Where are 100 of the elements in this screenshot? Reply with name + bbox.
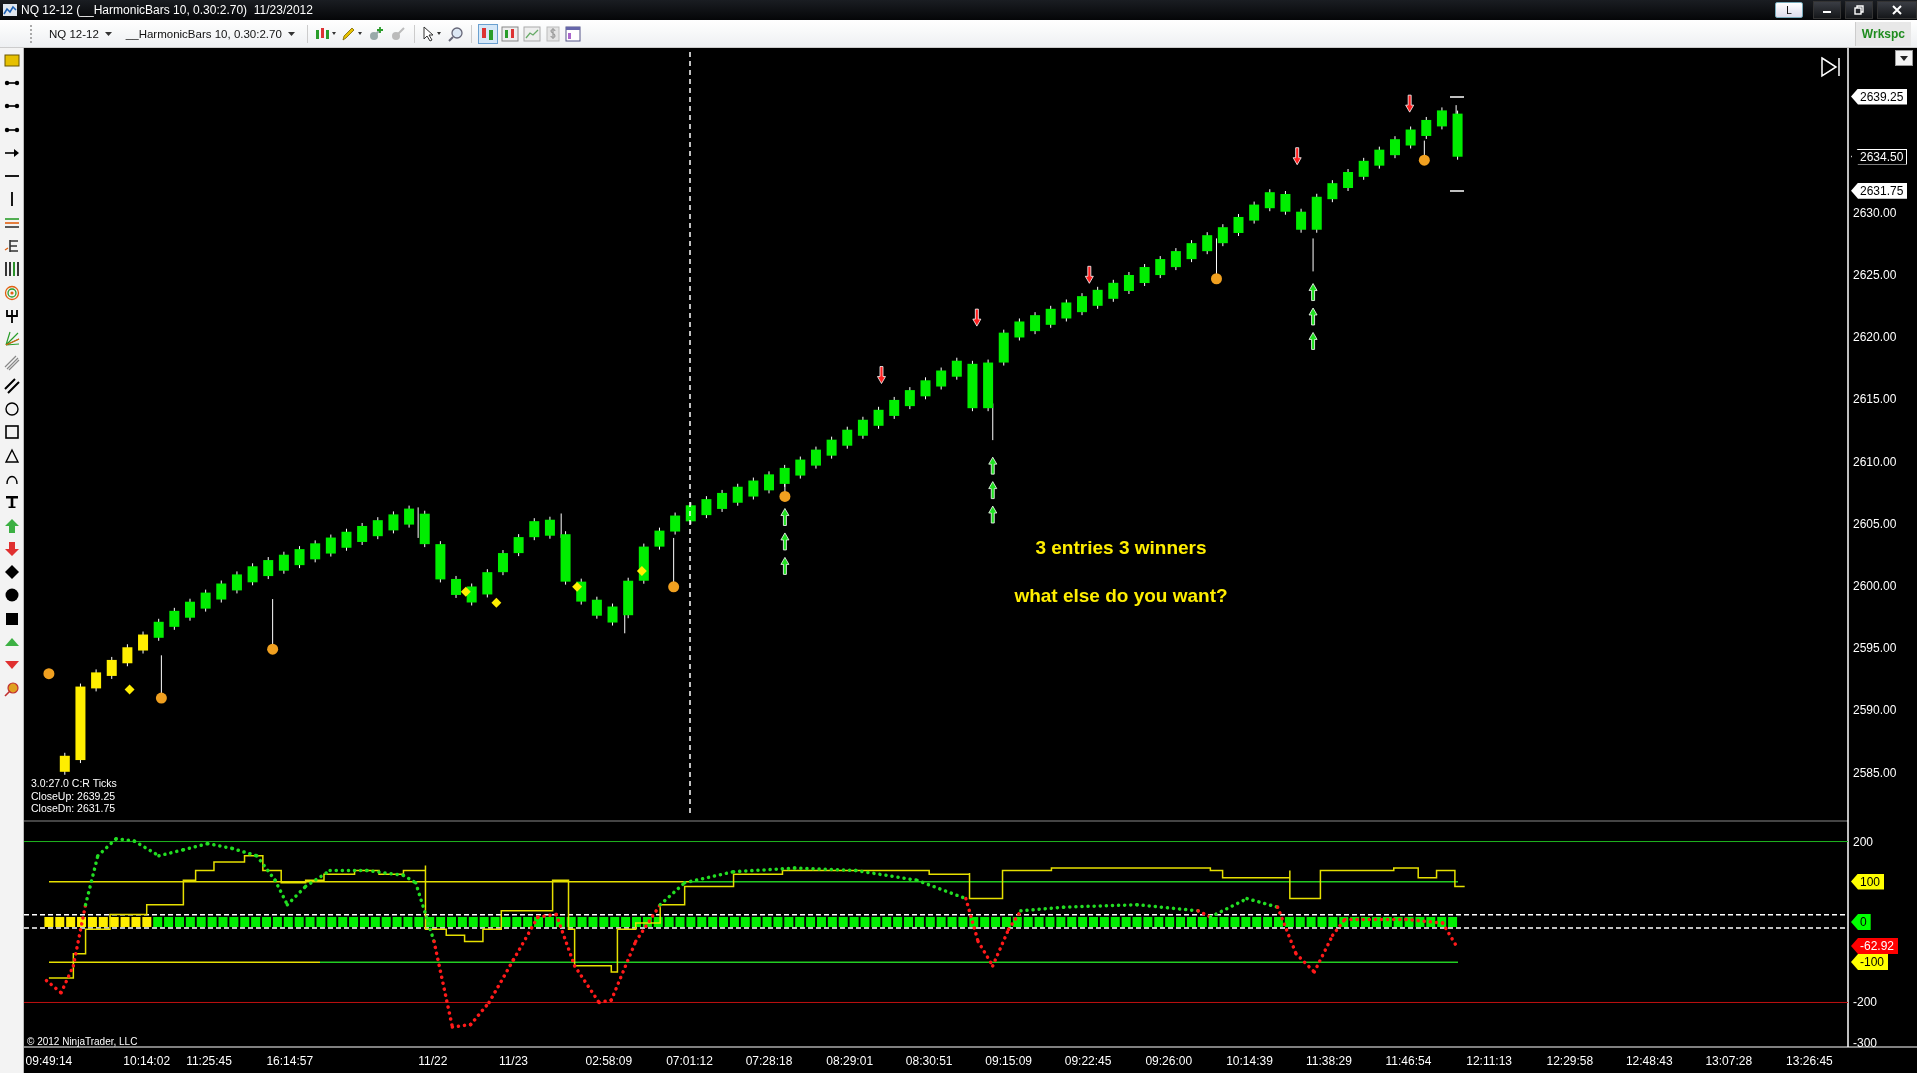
chart-trader-icon[interactable]: [500, 25, 519, 42]
candlestick: [138, 631, 149, 655]
price-axis-label: 2625.00: [1853, 266, 1897, 283]
candlestick: [654, 527, 665, 551]
text-tool-icon[interactable]: [3, 494, 20, 511]
price-axis-label: 2610.00: [1853, 453, 1897, 470]
up-arrow-marker: [1308, 332, 1318, 350]
channel-icon[interactable]: [3, 354, 20, 371]
zoom-icon[interactable]: [447, 25, 464, 42]
caret-icon: [104, 31, 112, 36]
time-lines-icon[interactable]: [3, 261, 20, 278]
candlestick: [325, 534, 336, 558]
close-level-mark: [1449, 190, 1465, 192]
time-axis-label: 11:38:29: [1305, 1054, 1353, 1068]
time-axis-label: 09:22:45: [1063, 1054, 1113, 1068]
time-axis-label: 10:14:02: [122, 1054, 172, 1068]
chart-note: what else do you want?: [1013, 585, 1229, 607]
candlestick: [1264, 188, 1275, 212]
candlestick: [1170, 247, 1181, 271]
candlestick: [1452, 110, 1463, 161]
time-axis-label: 08:29:01: [825, 1054, 875, 1068]
time-axis-label: 11:46:54: [1384, 1054, 1433, 1068]
layout-button[interactable]: L: [1775, 2, 1803, 18]
caret-icon: [287, 31, 295, 36]
time-axis-label: 12:11:13: [1465, 1054, 1514, 1068]
instrument-dropdown[interactable]: NQ 12-12: [44, 27, 117, 40]
up-arrow-icon[interactable]: [3, 517, 20, 534]
candlestick-icon[interactable]: [314, 25, 337, 42]
candlestick: [529, 517, 540, 541]
circle-icon[interactable]: [3, 401, 20, 418]
candlestick: [1296, 208, 1307, 234]
close-button[interactable]: [1877, 1, 1917, 19]
up-arrow-marker: [1308, 307, 1318, 326]
time-axis-label: 08:30:51: [904, 1054, 954, 1068]
candlestick: [795, 456, 806, 480]
candlestick: [1343, 168, 1354, 192]
candlestick: [936, 367, 947, 390]
candlestick: [889, 396, 900, 420]
scroll-to-end-icon[interactable]: [1819, 56, 1843, 78]
window-title: NQ 12-12 (__HarmonicBars 10, 0.30:2.70) 11/23/2012: [21, 3, 313, 17]
candlestick: [404, 505, 415, 529]
down-arrow-icon[interactable]: [3, 540, 20, 557]
pitchfork-icon[interactable]: [3, 307, 20, 324]
ruler-icon[interactable]: [3, 51, 20, 68]
filled-square-icon[interactable]: [3, 610, 20, 627]
line-chart-icon[interactable]: [522, 25, 541, 42]
pointer-icon[interactable]: [421, 25, 444, 42]
fibonacci-extension-icon[interactable]: [3, 238, 20, 254]
candlestick: [294, 545, 305, 569]
signal-dot: [779, 490, 791, 502]
chart-info-text: CloseDn: 2631.75: [31, 802, 117, 815]
fan-lines-icon[interactable]: [3, 331, 20, 348]
candlestick: [607, 603, 618, 627]
candlestick: [1280, 190, 1291, 216]
candlestick: [904, 386, 915, 410]
up-arrow-marker: [1308, 283, 1318, 301]
properties-icon[interactable]: [564, 25, 581, 42]
time-axis-label: 09:49:14: [24, 1054, 74, 1068]
square-icon[interactable]: [3, 424, 20, 441]
candlestick: [200, 589, 211, 613]
candlestick: [341, 528, 352, 552]
candlestick: [1092, 286, 1103, 310]
candlestick: [1327, 179, 1338, 203]
candlestick: [1311, 193, 1322, 234]
chart-bars-icon[interactable]: [478, 24, 497, 43]
candlestick: [873, 406, 884, 430]
parallel-lines-icon[interactable]: [3, 377, 20, 394]
pin-icon[interactable]: [3, 680, 20, 697]
concentric-circles-icon[interactable]: [3, 284, 20, 301]
price-axis-label: 2595.00: [1853, 640, 1897, 657]
minimize-button[interactable]: [1813, 1, 1841, 19]
down-arrow-marker: [1084, 265, 1094, 284]
price-axis-label: 2590.00: [1853, 702, 1897, 719]
workspace-button[interactable]: Wrkspc: [1854, 21, 1911, 46]
pencil-icon[interactable]: [340, 25, 363, 42]
candlestick: [810, 446, 821, 470]
down-arrow-marker: [877, 366, 886, 384]
candlestick: [1374, 146, 1385, 170]
candlestick: [169, 607, 180, 631]
triangle-icon[interactable]: [3, 447, 20, 464]
diamond-icon[interactable]: [3, 564, 20, 581]
dot-icon[interactable]: [3, 587, 20, 604]
price-axis-label: 2615.00: [1853, 391, 1897, 408]
candlestick: [153, 618, 164, 642]
candlestick: [1061, 299, 1072, 322]
restore-button[interactable]: [1845, 1, 1873, 19]
candlestick: [779, 464, 790, 488]
candlestick: [717, 489, 728, 513]
time-axis-label: 13:07:28: [1704, 1054, 1754, 1068]
candlestick: [1390, 135, 1400, 159]
time-axis-label: 12:48:43: [1624, 1054, 1674, 1068]
bar-type-dropdown[interactable]: __HarmonicBars 10, 0.30:2.70: [120, 27, 300, 40]
candlestick: [544, 516, 555, 540]
candlestick: [560, 530, 571, 586]
time-axis-label: 11:25:45: [185, 1054, 233, 1068]
candlestick: [513, 533, 524, 557]
indicator-axis-label: -300: [1853, 1034, 1878, 1051]
time-axis-label: 13:26:45: [1785, 1054, 1834, 1068]
candlestick: [231, 570, 242, 594]
up-arrow-marker: [988, 481, 998, 499]
